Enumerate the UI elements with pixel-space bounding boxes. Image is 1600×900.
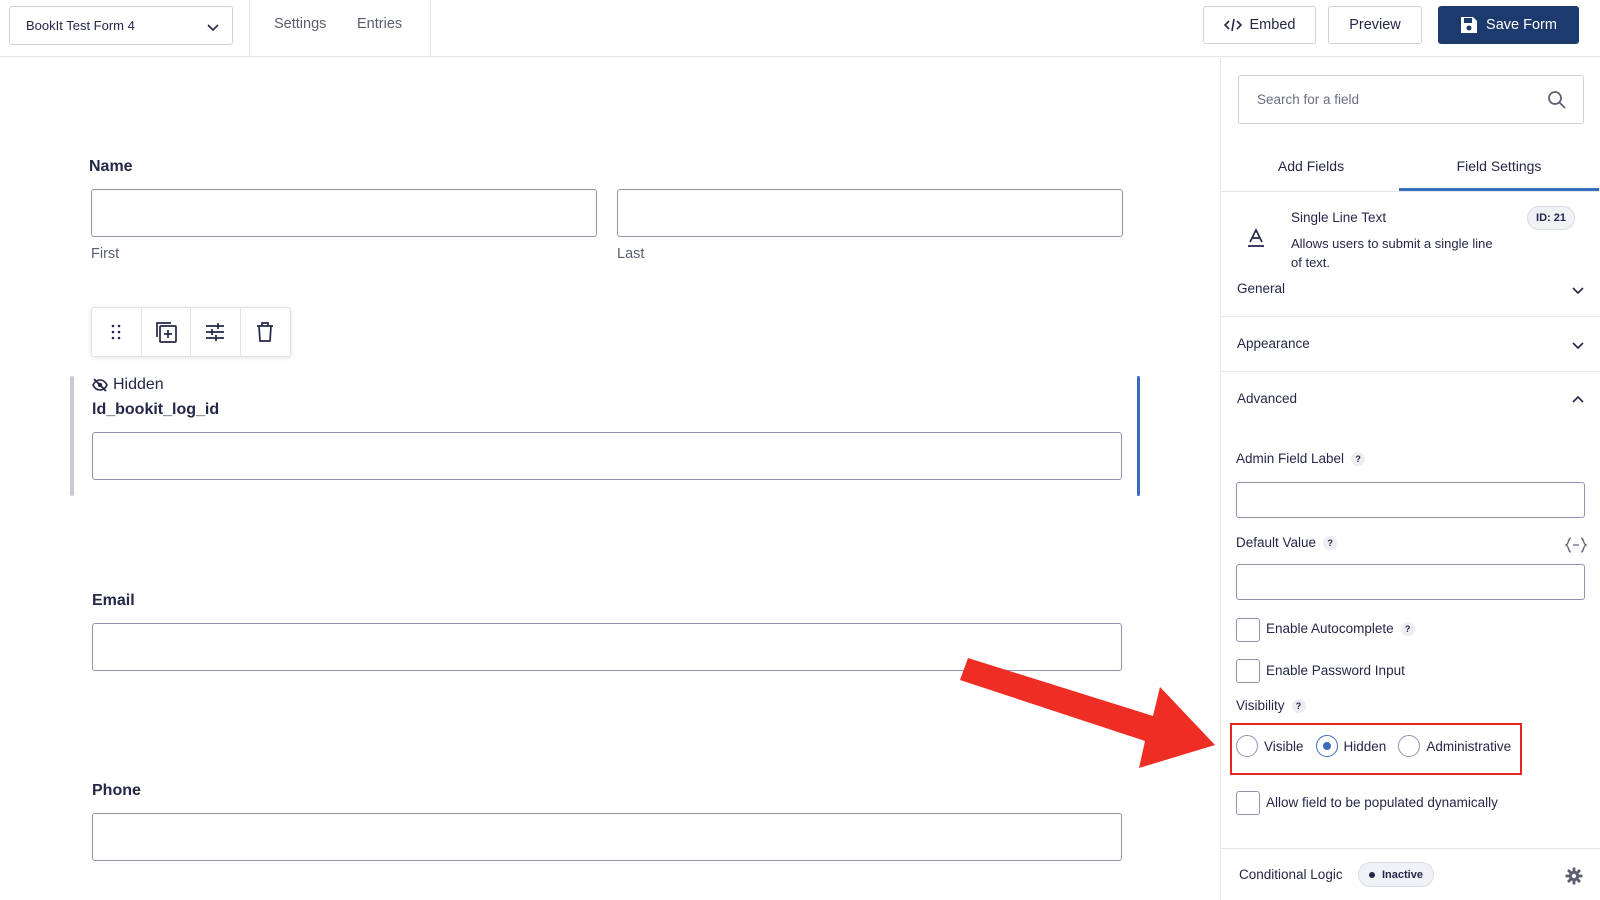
status-dot — [1369, 871, 1375, 878]
conditional-logic-status-badge: Inactive — [1358, 862, 1434, 887]
hidden-field-input[interactable] — [92, 432, 1122, 480]
drag-handle-button[interactable] — [92, 308, 142, 356]
section-advanced-label: Advanced — [1237, 391, 1298, 406]
enable-password-input-label: Enable Password Input — [1266, 663, 1405, 678]
search-icon — [1548, 91, 1566, 109]
phone-field-label: Phone — [92, 782, 141, 799]
save-form-button[interactable]: Save Form — [1438, 6, 1579, 44]
drag-handle-icon — [111, 324, 121, 340]
default-value-text: Default Value — [1236, 535, 1317, 550]
embed-button[interactable]: Embed — [1203, 6, 1316, 44]
visibility-label: Visibility — [1236, 698, 1285, 713]
section-appearance[interactable]: Appearance — [1221, 318, 1600, 372]
help-icon[interactable]: ? — [1400, 621, 1415, 636]
enable-autocomplete-checkbox[interactable] — [1236, 618, 1260, 642]
tab-add-fields[interactable]: Add Fields — [1221, 158, 1401, 174]
section-advanced[interactable]: Advanced — [1221, 373, 1600, 427]
name-first-input[interactable] — [91, 189, 597, 237]
conditional-logic-status: Inactive — [1382, 868, 1423, 881]
conditional-logic-label: Conditional Logic — [1239, 867, 1343, 882]
annotation-highlight-box — [1230, 723, 1522, 775]
section-general-label: General — [1237, 281, 1286, 296]
merge-tag-icon[interactable] — [1565, 536, 1587, 554]
name-last-input[interactable] — [617, 189, 1123, 237]
active-tab-indicator — [1399, 188, 1599, 191]
duplicate-icon — [155, 322, 177, 343]
field-search-input[interactable]: Search for a field — [1238, 75, 1584, 124]
chevron-down-icon — [207, 24, 219, 32]
conditional-logic-row[interactable]: Conditional Logic Inactive — [1221, 848, 1600, 900]
entries-link[interactable]: Entries — [357, 16, 402, 32]
save-form-label: Save Form — [1486, 17, 1557, 33]
default-value-input[interactable] — [1236, 564, 1585, 600]
selection-indicator — [1137, 376, 1140, 496]
form-selector[interactable]: BookIt Test Form 4 — [9, 6, 233, 45]
form-selector-label: BookIt Test Form 4 — [26, 18, 135, 33]
preview-label: Preview — [1349, 17, 1401, 33]
chevron-up-icon — [1572, 395, 1584, 403]
field-settings-button[interactable] — [191, 308, 241, 356]
phone-input[interactable] — [92, 813, 1122, 861]
name-last-sublabel: Last — [617, 246, 645, 262]
preview-button[interactable]: Preview — [1328, 6, 1422, 44]
gear-icon[interactable] — [1565, 867, 1583, 885]
help-icon[interactable]: ? — [1351, 451, 1366, 466]
save-icon — [1461, 17, 1478, 33]
field-type-title: Single Line Text — [1291, 210, 1387, 225]
email-input[interactable] — [92, 623, 1122, 671]
populate-dynamically-checkbox[interactable] — [1236, 791, 1260, 815]
settings-link[interactable]: Settings — [274, 16, 326, 32]
help-icon[interactable]: ? — [1323, 535, 1338, 550]
divider — [249, 0, 250, 57]
populate-dynamically-label: Allow field to be populated dynamically — [1266, 795, 1498, 810]
admin-field-label-text: Admin Field Label — [1236, 451, 1345, 466]
embed-label: Embed — [1249, 17, 1296, 33]
visibility-heading: Visibility ? — [1236, 698, 1306, 713]
default-value-heading: Default Value ? — [1236, 535, 1338, 550]
top-bar: BookIt Test Form 4 Settings Entries Embe… — [0, 0, 1600, 57]
chevron-down-icon — [1572, 287, 1584, 295]
name-field-label: Name — [89, 158, 133, 175]
single-line-text-icon — [1248, 228, 1264, 247]
selection-indicator — [70, 376, 74, 496]
email-field-label: Email — [92, 592, 135, 609]
name-first-sublabel: First — [91, 246, 120, 262]
hidden-tag-label: Hidden — [113, 376, 164, 393]
trash-icon — [257, 322, 274, 342]
enable-password-input-checkbox[interactable] — [1236, 659, 1260, 683]
eye-slash-icon — [92, 378, 108, 392]
search-placeholder: Search for a field — [1257, 92, 1360, 107]
divider — [430, 0, 431, 57]
hidden-field-label: ld_bookit_log_id — [92, 401, 220, 418]
field-toolbar — [91, 307, 291, 357]
code-icon — [1223, 18, 1242, 32]
enable-autocomplete-label: Enable Autocomplete — [1266, 621, 1394, 636]
tabs-divider — [1221, 191, 1600, 192]
chevron-down-icon — [1572, 342, 1584, 350]
duplicate-field-button[interactable] — [142, 308, 191, 356]
settings-sliders-icon — [206, 323, 225, 341]
delete-field-button[interactable] — [241, 308, 291, 356]
admin-field-label-input[interactable] — [1236, 482, 1585, 518]
field-settings-sidebar: Search for a field Add Fields Field Sett… — [1220, 58, 1600, 900]
section-appearance-label: Appearance — [1237, 336, 1310, 351]
section-general[interactable]: General — [1221, 263, 1600, 317]
field-id-badge: ID: 21 — [1527, 206, 1575, 230]
admin-field-label-heading: Admin Field Label ? — [1236, 451, 1366, 466]
help-icon[interactable]: ? — [1291, 698, 1306, 713]
tab-field-settings[interactable]: Field Settings — [1409, 158, 1589, 174]
hidden-indicator: Hidden — [92, 376, 164, 394]
enable-autocomplete-label-row: Enable Autocomplete ? — [1266, 621, 1415, 636]
